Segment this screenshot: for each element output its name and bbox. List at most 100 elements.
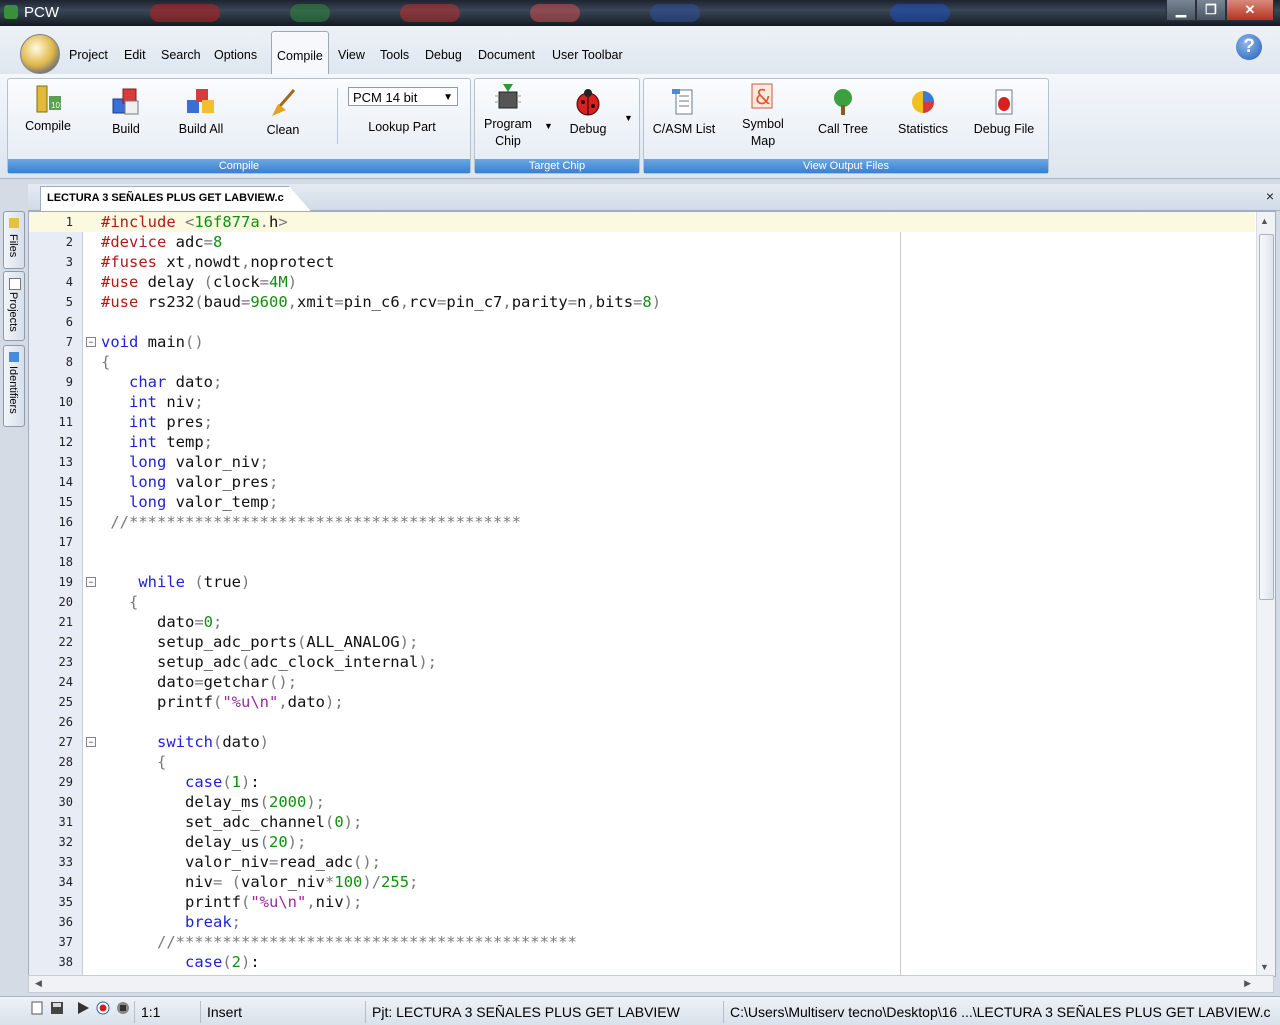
code-line[interactable]: 6 (29, 312, 1255, 332)
code-line[interactable]: 22 setup_adc_ports(ALL_ANALOG); (29, 632, 1255, 652)
code-line[interactable]: 31 set_adc_channel(0); (29, 812, 1255, 832)
code-line[interactable]: 7 − void main() (29, 332, 1255, 352)
code-line[interactable]: 9 char dato; (29, 372, 1255, 392)
build-all-label: Build All (178, 122, 224, 136)
code-line[interactable]: 17 (29, 532, 1255, 552)
code-text: int niv; (129, 393, 204, 411)
horizontal-scrollbar[interactable]: ◀ ▶ (28, 975, 1274, 993)
program-chip-button[interactable]: Program Chip (478, 82, 538, 150)
minimize-button[interactable]: ▁ (1166, 0, 1196, 21)
code-line[interactable]: 20 { (29, 592, 1255, 612)
code-text: case(2): (185, 953, 260, 971)
maximize-button[interactable]: ❐ (1196, 0, 1226, 21)
code-line[interactable]: 34 niv= (valor_niv*100)/255; (29, 872, 1255, 892)
side-tab-identifiers[interactable]: Identifiers (3, 345, 25, 427)
code-line[interactable]: 27 − switch(dato) (29, 732, 1255, 752)
statistics-button[interactable]: Statistics (893, 87, 953, 138)
code-line[interactable]: 4 #use delay (clock=4M) (29, 272, 1255, 292)
line-number: 27 (58, 735, 73, 749)
code-line[interactable]: 36 break; (29, 912, 1255, 932)
scroll-right-icon[interactable]: ▶ (1244, 978, 1251, 989)
code-line[interactable]: 14 long valor_pres; (29, 472, 1255, 492)
menu-edit[interactable]: Edit (124, 48, 146, 62)
code-line[interactable]: 35 printf("%u\n",niv); (29, 892, 1255, 912)
fold-toggle-icon[interactable]: − (86, 577, 96, 587)
program-chip-dropdown-icon[interactable]: ▼ (544, 121, 553, 131)
document-icon (31, 1001, 43, 1015)
document-tab[interactable]: LECTURA 3 SEÑALES PLUS GET LABVIEW.c (40, 186, 311, 211)
code-line[interactable]: 38 case(2): (29, 952, 1255, 972)
code-line[interactable]: 32 delay_us(20); (29, 832, 1255, 852)
code-line[interactable]: 18 (29, 552, 1255, 572)
debug-button[interactable]: Debug (562, 87, 614, 138)
code-line[interactable]: 25 printf("%u\n",dato); (29, 692, 1255, 712)
code-line[interactable]: 1 #include <16f877a.h> (29, 212, 1255, 232)
menu-project[interactable]: Project (69, 48, 108, 62)
help-button[interactable]: ? (1236, 34, 1262, 60)
code-line[interactable]: 30 delay_ms(2000); (29, 792, 1255, 812)
application-orb-button[interactable] (20, 34, 60, 74)
code-line[interactable]: 15 long valor_temp; (29, 492, 1255, 512)
menu-search[interactable]: Search (161, 48, 201, 62)
scroll-up-icon[interactable]: ▲ (1260, 216, 1269, 226)
c-asm-list-button[interactable]: C/ASM List (648, 87, 720, 138)
side-tab-files[interactable]: Files (3, 211, 25, 269)
code-line[interactable]: 29 case(1): (29, 772, 1255, 792)
identifier-icon (9, 352, 19, 362)
project-status: Pjt: LECTURA 3 SEÑALES PLUS GET LABVIEW (365, 1001, 723, 1023)
play-icon[interactable] (76, 1001, 90, 1015)
build-button[interactable]: Build (101, 87, 151, 138)
clean-button[interactable]: Clean (258, 88, 308, 139)
code-line[interactable]: 37 //***********************************… (29, 932, 1255, 952)
stop-icon[interactable] (116, 1001, 130, 1015)
pcm-compiler-select[interactable]: PCM 14 bit ▼ (348, 87, 458, 106)
code-line[interactable]: 3 #fuses xt,nowdt,noprotect (29, 252, 1255, 272)
menu-document[interactable]: Document (478, 48, 535, 62)
menu-debug[interactable]: Debug (425, 48, 462, 62)
vertical-scroll-thumb[interactable] (1259, 234, 1274, 600)
code-editor[interactable]: 1 #include <16f877a.h> 2 #device adc=8 3 #fus… (28, 211, 1276, 977)
vertical-scrollbar[interactable]: ▲ ▼ (1256, 212, 1275, 976)
code-line[interactable]: 33 valor_niv=read_adc(); (29, 852, 1255, 872)
menu-view[interactable]: View (338, 48, 365, 62)
save-icon[interactable] (50, 1001, 64, 1015)
line-number: 14 (58, 475, 73, 489)
code-line[interactable]: 10 int niv; (29, 392, 1255, 412)
chip-icon (493, 82, 523, 112)
code-line[interactable]: 28 { (29, 752, 1255, 772)
fold-toggle-icon[interactable]: − (86, 737, 96, 747)
code-line[interactable]: 19 − while (true) (29, 572, 1255, 592)
code-line[interactable]: 23 setup_adc(adc_clock_internal); (29, 652, 1255, 672)
code-line[interactable]: 16 //***********************************… (29, 512, 1255, 532)
close-tab-icon[interactable]: × (1266, 188, 1274, 204)
code-line[interactable]: 13 long valor_niv; (29, 452, 1255, 472)
app-icon (4, 5, 18, 19)
menu-tools[interactable]: Tools (380, 48, 409, 62)
code-line[interactable]: 8{ (29, 352, 1255, 372)
side-tab-projects[interactable]: Projects (3, 271, 25, 341)
compile-button[interactable]: 101 Compile (18, 84, 78, 135)
code-line[interactable]: 5 #use rs232(baud=9600,xmit=pin_c6,rcv=pi… (29, 292, 1255, 312)
scroll-down-icon[interactable]: ▼ (1260, 962, 1269, 972)
scroll-left-icon[interactable]: ◀ (35, 978, 42, 989)
code-line[interactable]: 11 int pres; (29, 412, 1255, 432)
code-line[interactable]: 12 int temp; (29, 432, 1255, 452)
code-line[interactable]: 26 (29, 712, 1255, 732)
build-all-button[interactable]: Build All (174, 87, 228, 138)
code-line[interactable]: 21 dato=0; (29, 612, 1255, 632)
symbol-map-button[interactable]: & Symbol Map (735, 82, 791, 150)
code-line[interactable]: 2 #device adc=8 (29, 232, 1255, 252)
line-number: 36 (58, 915, 73, 929)
code-line[interactable]: 24 dato=getchar(); (29, 672, 1255, 692)
debug-file-button[interactable]: Debug File (968, 87, 1040, 138)
code-lines[interactable]: 1 #include <16f877a.h> 2 #device adc=8 3 #fus… (29, 212, 1255, 976)
fold-toggle-icon[interactable]: − (86, 337, 96, 347)
menu-compile[interactable]: Compile (271, 31, 329, 74)
lookup-part-button[interactable]: Lookup Part (360, 119, 444, 136)
debug-dropdown-icon[interactable]: ▼ (624, 113, 633, 123)
close-button[interactable]: ✕ (1226, 0, 1274, 21)
menu-user-toolbar[interactable]: User Toolbar (552, 48, 623, 62)
menu-options[interactable]: Options (214, 48, 257, 62)
call-tree-button[interactable]: Call Tree (814, 87, 872, 138)
record-icon[interactable] (96, 1001, 110, 1015)
